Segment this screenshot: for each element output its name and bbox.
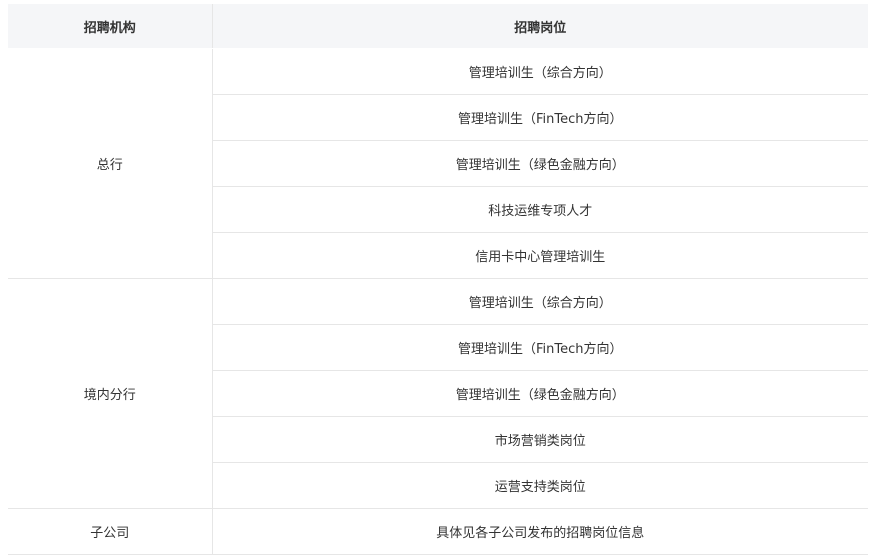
table-row: 子公司 具体见各子公司发布的招聘岗位信息: [8, 508, 868, 555]
position-cell: 管理培训生（综合方向）: [212, 278, 868, 325]
table-body: 总行 管理培训生（综合方向） 管理培训生（FinTech方向） 管理培训生（绿色…: [8, 48, 868, 555]
position-cell: 科技运维专项人才: [212, 186, 868, 233]
position-cell: 管理培训生（FinTech方向）: [212, 94, 868, 141]
table-header: 招聘机构 招聘岗位: [8, 4, 868, 49]
position-cell: 管理培训生（绿色金融方向）: [212, 140, 868, 187]
org-cell-domestic-branches: 境内分行: [8, 278, 213, 509]
position-cell: 市场营销类岗位: [212, 416, 868, 463]
position-cell: 信用卡中心管理培训生: [212, 232, 868, 279]
header-recruiting-org: 招聘机构: [8, 4, 213, 49]
position-cell: 管理培训生（综合方向）: [212, 48, 868, 95]
position-cell: 管理培训生（绿色金融方向）: [212, 370, 868, 417]
org-cell-head-office: 总行: [8, 48, 213, 279]
recruitment-table: 招聘机构 招聘岗位 总行 管理培训生（综合方向） 管理培训生（FinTech方向…: [8, 4, 868, 555]
table-row: 总行 管理培训生（综合方向）: [8, 48, 868, 279]
header-row: 招聘机构 招聘岗位: [8, 4, 868, 49]
position-cell: 管理培训生（FinTech方向）: [212, 324, 868, 371]
header-recruiting-position: 招聘岗位: [212, 4, 868, 49]
position-cell: 运营支持类岗位: [212, 462, 868, 509]
org-cell-subsidiaries: 子公司: [8, 508, 213, 555]
table-row: 境内分行 管理培训生（综合方向）: [8, 278, 868, 509]
position-cell: 具体见各子公司发布的招聘岗位信息: [212, 508, 868, 555]
